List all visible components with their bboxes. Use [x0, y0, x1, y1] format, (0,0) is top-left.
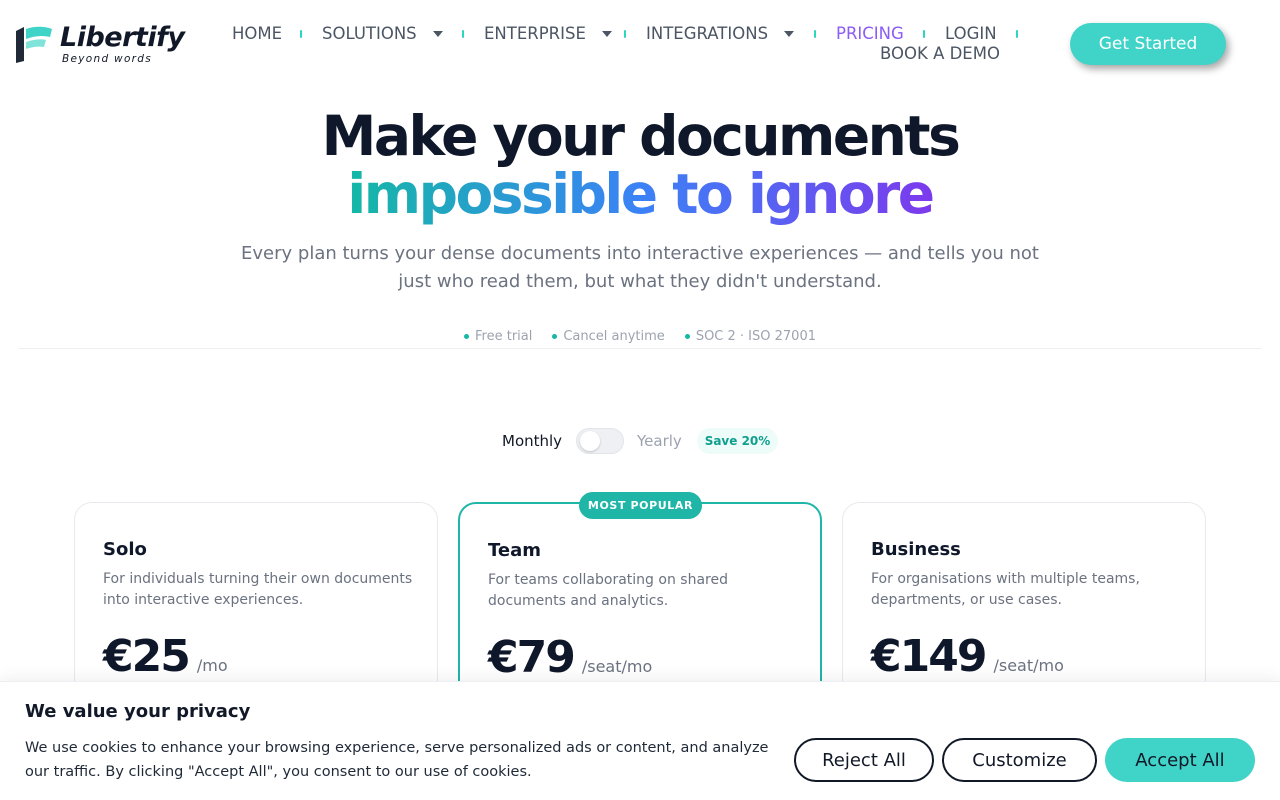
price-unit: /seat/mo	[581, 657, 653, 676]
price-unit: /seat/mo	[993, 656, 1064, 675]
plan-description: For organisations with multiple teams, d…	[871, 571, 1140, 608]
hero-subtitle: Every plan turns your dense documents in…	[241, 243, 1039, 292]
trust-item: SOC 2 · ISO 27001	[684, 329, 816, 344]
billing-yearly-label[interactable]: Yearly	[637, 432, 682, 450]
plan-description: For individuals turning their own docume…	[103, 571, 413, 608]
billing-monthly-label[interactable]: Monthly	[502, 432, 562, 450]
nav-separator	[462, 30, 464, 38]
switch-knob	[580, 431, 600, 451]
price-amount: €79	[488, 632, 576, 683]
price-amount: €25	[103, 631, 191, 682]
plan-name: Team	[488, 540, 541, 561]
chevron-down-icon	[784, 30, 795, 37]
nav-separator	[814, 30, 816, 38]
price-amount: €149	[871, 631, 987, 682]
brand-tagline: Beyond words	[62, 52, 153, 65]
get-started-button[interactable]: Get Started	[1070, 23, 1226, 65]
price-unit: /mo	[196, 656, 228, 675]
brand-name: Libertify	[60, 21, 185, 53]
nav-separator	[1016, 30, 1018, 38]
customize-button[interactable]: Customize	[942, 738, 1097, 782]
nav-separator	[923, 30, 925, 38]
accept-all-button[interactable]: Accept All	[1105, 738, 1255, 782]
chevron-down-icon	[432, 30, 443, 37]
nav-home[interactable]: HOME	[232, 24, 282, 43]
bullet-dot-icon	[464, 334, 469, 339]
section-divider	[18, 348, 1262, 349]
most-popular-badge: MOST POPULAR	[579, 492, 702, 519]
cookie-title: We value your privacy	[25, 701, 251, 722]
nav-integrations[interactable]: INTEGRATIONS	[646, 24, 795, 43]
nav-book-demo[interactable]: BOOK A DEMO	[880, 44, 1000, 63]
billing-period-switch[interactable]	[576, 428, 624, 454]
plan-description: For teams collaborating on shared docume…	[488, 572, 728, 609]
site-header: Libertify Beyond words HOME SOLUTIONS EN…	[0, 0, 1280, 88]
trust-badges: Free trial Cancel anytime SOC 2 · ISO 27…	[0, 329, 1280, 344]
trust-item: Free trial	[464, 329, 532, 344]
reject-all-button[interactable]: Reject All	[794, 738, 934, 782]
libertify-logo-icon	[10, 23, 54, 65]
cookie-text: We use cookies to enhance your browsing …	[25, 740, 769, 780]
nav-solutions[interactable]: SOLUTIONS	[322, 24, 443, 43]
cookie-consent-banner: We value your privacy We use cookies to …	[0, 681, 1280, 800]
plan-price: €79 /seat/mo	[488, 632, 652, 683]
nav-pricing[interactable]: PRICING	[836, 24, 904, 43]
plan-name: Business	[871, 539, 961, 560]
plan-price: €149 /seat/mo	[871, 631, 1064, 682]
plan-price: €25 /mo	[103, 631, 228, 682]
plan-name: Solo	[103, 539, 147, 560]
billing-toggle: Monthly Yearly Save 20%	[0, 428, 1280, 454]
nav-enterprise[interactable]: ENTERPRISE	[484, 24, 612, 43]
bullet-dot-icon	[552, 334, 558, 339]
nav-login[interactable]: LOGIN	[945, 24, 997, 43]
hero-title-highlight: impossible to ignore	[347, 162, 935, 226]
nav-separator	[624, 30, 626, 38]
hero-title: Make your documents	[321, 104, 961, 168]
nav-separator	[300, 30, 302, 38]
trust-item: Cancel anytime	[552, 329, 665, 344]
bullet-dot-icon	[684, 334, 690, 339]
brand-logo[interactable]: Libertify Beyond words	[10, 20, 185, 68]
chevron-down-icon	[601, 30, 612, 37]
save-badge: Save 20%	[697, 428, 778, 454]
